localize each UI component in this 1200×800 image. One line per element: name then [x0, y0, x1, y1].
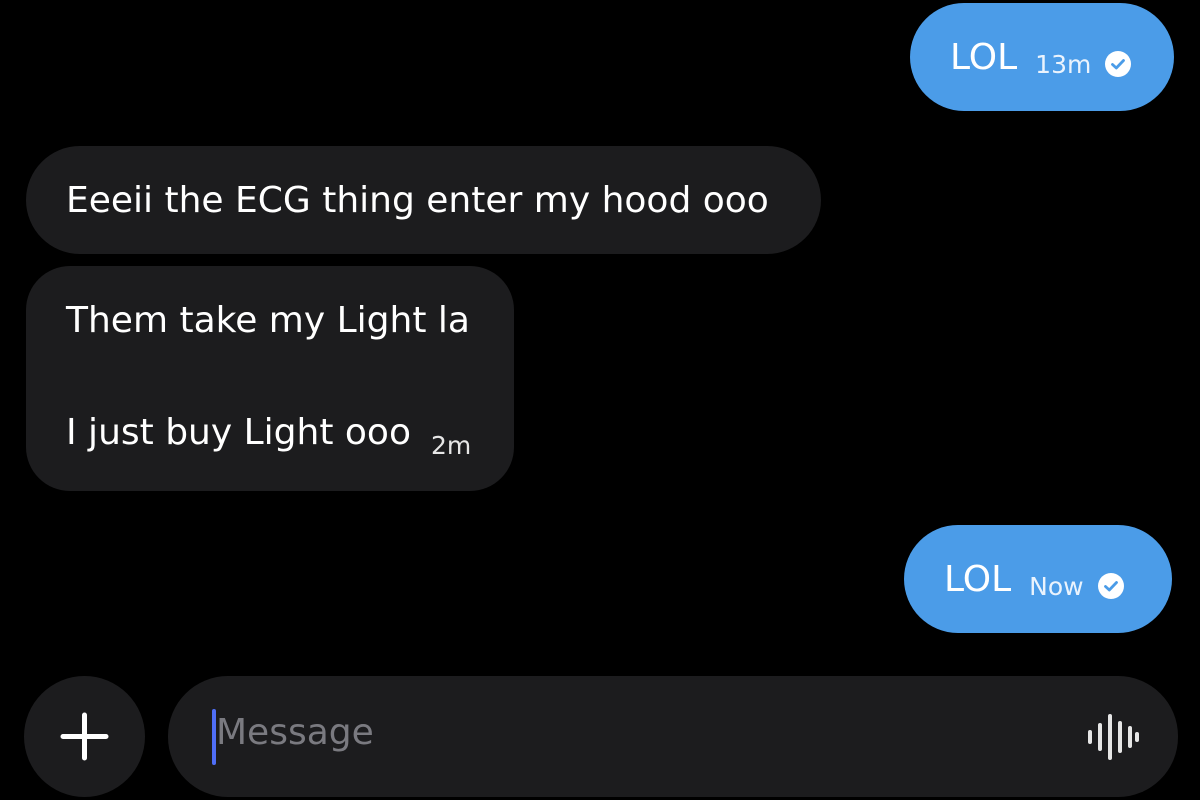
voice-waveform-icon[interactable] — [1086, 714, 1140, 764]
message-text: LOL — [944, 558, 1012, 600]
add-attachment-button[interactable] — [24, 676, 145, 797]
incoming-message-bubble[interactable]: Eeeii the ECG thing enter my hood ooo — [26, 146, 821, 254]
message-last-line: I just buy Light ooo 2m — [66, 412, 514, 460]
outgoing-message-bubble[interactable]: LOL Now — [904, 525, 1172, 633]
message-input[interactable]: Message — [168, 676, 1178, 797]
message-timestamp: 2m — [430, 431, 472, 460]
message-placeholder: Message — [216, 712, 374, 753]
message-timestamp: Now — [1029, 571, 1084, 601]
plus-icon — [60, 712, 109, 761]
incoming-message-bubble[interactable]: Them take my Light la I just buy Light o… — [26, 266, 514, 491]
message-text-line: Them take my Light la — [66, 300, 470, 341]
chat-thread: LOL 13m Eeeii the ECG thing enter my hoo… — [0, 0, 1200, 800]
message-timestamp: 13m — [1035, 49, 1092, 79]
message-text-line: I just buy Light ooo — [66, 412, 411, 453]
outgoing-message-bubble[interactable]: LOL 13m — [910, 3, 1174, 111]
message-text: Eeeii the ECG thing enter my hood ooo — [66, 179, 769, 221]
message-text: LOL — [950, 36, 1018, 78]
message-line-gap — [66, 348, 514, 412]
sent-check-icon — [1105, 51, 1132, 77]
sent-check-icon — [1097, 573, 1124, 599]
